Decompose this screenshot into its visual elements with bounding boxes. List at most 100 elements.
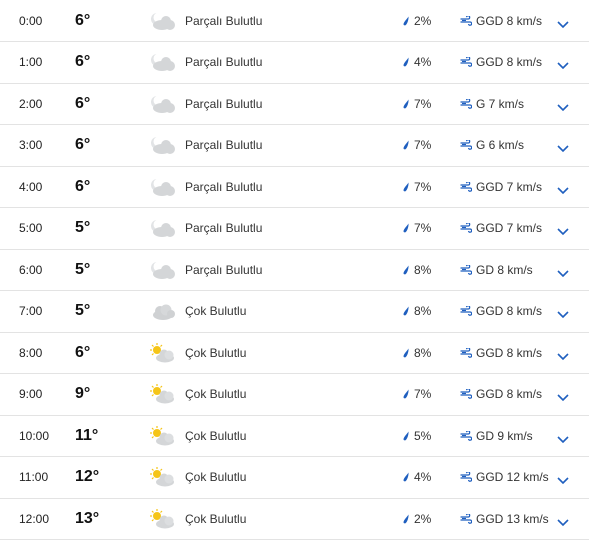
precipitation-value: 8% [414, 304, 432, 319]
forecast-row[interactable]: 6:00 5° Parçalı Bulutlu 8% GD 8 km/s [0, 250, 589, 291]
wind-icon [460, 57, 472, 68]
expand-chevron-icon[interactable] [556, 99, 570, 111]
wind: GGD 13 km/s [460, 499, 549, 540]
forecast-row[interactable]: 9:00 9° Çok Bulutlu 7% GGD 8 km/s [0, 374, 589, 416]
wind: G 7 km/s [460, 84, 524, 125]
precipitation-value: 7% [414, 179, 432, 194]
temperature: 11° [75, 426, 99, 444]
precipitation-value: 7% [414, 138, 432, 153]
condition-label: Parçalı Bulutlu [185, 96, 263, 111]
mostly-cloudy-day-icon [148, 383, 178, 405]
expand-chevron-icon[interactable] [556, 348, 570, 360]
temperature: 12° [75, 468, 100, 486]
forecast-row[interactable]: 4:00 6° Parçalı Bulutlu 7% GGD 7 km/s [0, 167, 589, 208]
cloudy-icon [148, 300, 178, 322]
expand-chevron-icon[interactable] [556, 514, 570, 526]
forecast-row[interactable]: 10:00 11° Çok Bulutlu 5% GD 9 km/s [0, 416, 589, 457]
raindrop-icon [403, 389, 409, 399]
wind: GGD 7 km/s [460, 208, 542, 249]
temperature: 5° [75, 260, 91, 278]
expand-chevron-icon[interactable] [556, 16, 570, 28]
wind-icon [460, 472, 472, 483]
precipitation-value: 7% [414, 387, 432, 402]
hour-label: 2:00 [19, 96, 43, 111]
condition-label: Parçalı Bulutlu [185, 221, 263, 236]
temperature: 6° [75, 136, 91, 154]
wind-icon [460, 181, 472, 192]
condition-label: Çok Bulutlu [185, 387, 247, 402]
forecast-row[interactable]: 7:00 5° Çok Bulutlu 8% GGD 8 km/s [0, 291, 589, 333]
condition-label: Çok Bulutlu [185, 304, 247, 319]
forecast-row[interactable]: 1:00 6° Parçalı Bulutlu 4% GGD 8 km/s [0, 42, 589, 84]
temperature: 6° [75, 53, 91, 71]
wind: GGD 8 km/s [460, 333, 542, 374]
expand-chevron-icon[interactable] [556, 57, 570, 70]
hour-label: 4:00 [19, 179, 43, 194]
expand-chevron-icon[interactable] [556, 223, 570, 236]
temperature: 5° [75, 302, 91, 320]
precipitation-value: 4% [414, 55, 432, 70]
temperature: 6° [75, 94, 91, 112]
expand-chevron-icon[interactable] [556, 306, 570, 319]
forecast-row[interactable]: 3:00 6° Parçalı Bulutlu 7% G 6 km/s [0, 125, 589, 167]
wind-value: GGD 8 km/s [476, 55, 543, 70]
expand-chevron-icon[interactable] [556, 389, 570, 402]
raindrop-icon [403, 99, 409, 109]
expand-chevron-icon[interactable] [556, 182, 570, 194]
temperature: 6° [75, 11, 91, 29]
wind-value: GD 9 km/s [476, 428, 533, 443]
precipitation: 2% [402, 0, 431, 41]
condition-label: Parçalı Bulutlu [185, 179, 263, 194]
condition-label: Çok Bulutlu [185, 428, 247, 443]
hour-label: 10:00 [19, 428, 50, 443]
raindrop-icon [403, 265, 409, 275]
wind: GGD 8 km/s [460, 374, 542, 415]
hour-label: 0:00 [19, 13, 43, 28]
forecast-row[interactable]: 12:00 13° Çok Bulutlu 2% GGD 13 km/s [0, 499, 589, 540]
precipitation: 8% [402, 291, 431, 332]
wind: GGD 8 km/s [460, 42, 542, 83]
forecast-row[interactable]: 8:00 6° Çok Bulutlu 8% GGD 8 km/s [0, 333, 589, 374]
forecast-row[interactable]: 5:00 5° Parçalı Bulutlu 7% GGD 7 km/s [0, 208, 589, 250]
wind-icon [460, 15, 472, 26]
hour-label: 7:00 [19, 304, 43, 319]
expand-chevron-icon[interactable] [556, 265, 570, 277]
precipitation: 7% [402, 125, 431, 166]
forecast-row[interactable]: 2:00 6° Parçalı Bulutlu 7% G 7 km/s [0, 84, 589, 125]
condition-label: Çok Bulutlu [185, 511, 247, 526]
wind-value: GD 8 km/s [476, 262, 533, 277]
expand-chevron-icon[interactable] [556, 140, 570, 153]
precipitation-value: 8% [414, 262, 432, 277]
partly-cloudy-night-icon [148, 134, 178, 156]
condition-label: Parçalı Bulutlu [185, 55, 263, 70]
precipitation: 8% [402, 333, 431, 374]
raindrop-icon [403, 57, 409, 67]
precipitation-value: 2% [414, 511, 432, 526]
wind-icon [460, 223, 472, 234]
wind-value: GGD 12 km/s [476, 470, 549, 485]
wind-value: GGD 8 km/s [476, 345, 543, 360]
forecast-row[interactable]: 0:00 6° Parçalı Bulutlu 2% GGD 8 km/s [0, 0, 589, 42]
precipitation: 4% [402, 42, 431, 83]
wind-value: GGD 7 km/s [476, 179, 543, 194]
wind: GD 9 km/s [460, 416, 533, 457]
wind: G 6 km/s [460, 125, 524, 166]
precipitation-value: 7% [414, 221, 432, 236]
forecast-row[interactable]: 11:00 12° Çok Bulutlu 4% GGD 12 km/s [0, 457, 589, 499]
wind: GGD 8 km/s [460, 0, 542, 41]
mostly-cloudy-day-icon [148, 342, 178, 364]
temperature: 6° [75, 177, 91, 195]
mostly-cloudy-day-icon [148, 508, 178, 530]
precipitation: 7% [402, 208, 431, 249]
expand-chevron-icon[interactable] [556, 431, 570, 443]
wind-icon [460, 306, 472, 317]
wind: GGD 12 km/s [460, 457, 549, 498]
wind-icon [460, 389, 472, 400]
wind-value: G 6 km/s [476, 138, 525, 153]
hour-label: 5:00 [19, 221, 43, 236]
precipitation: 7% [402, 84, 431, 125]
partly-cloudy-night-icon [148, 51, 178, 73]
wind-icon [460, 430, 472, 441]
expand-chevron-icon[interactable] [556, 472, 570, 485]
precipitation-value: 2% [414, 13, 432, 28]
